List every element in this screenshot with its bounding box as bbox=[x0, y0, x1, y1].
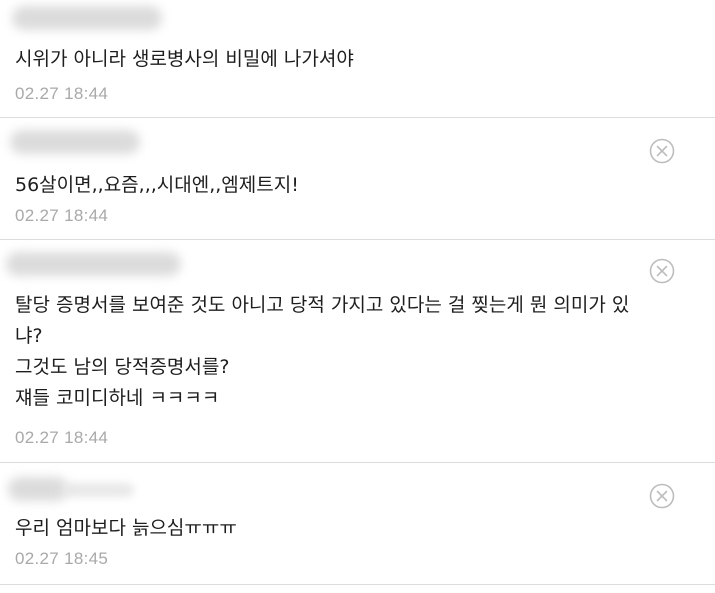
close-circle-icon bbox=[649, 138, 675, 164]
comment-line: 그것도 남의 당적증명서를? bbox=[15, 356, 230, 378]
comment-item: 우리 엄마보다 늙으심ㅠㅠㅠ 02.27 18:45 bbox=[0, 463, 715, 585]
comment-body: 56살이면,,요즘,,,시대엔,,엠제트지! bbox=[15, 170, 685, 201]
delete-button[interactable] bbox=[649, 258, 675, 284]
close-circle-icon bbox=[649, 258, 675, 284]
comment-body: 시위가 아니라 생로병사의 비밀에 나가셔야 bbox=[15, 44, 685, 75]
comment-timestamp: 02.27 18:44 bbox=[15, 428, 109, 447]
blurred-nickname bbox=[10, 130, 140, 154]
close-circle-icon bbox=[649, 483, 675, 509]
comment-body: 우리 엄마보다 늙으심ㅠㅠㅠ bbox=[15, 513, 685, 544]
comment-line: 탈당 증명서를 보여준 것도 아니고 당적 가지고 있다는 걸 찢는게 뭔 의미… bbox=[15, 294, 630, 316]
comment-line: 시위가 아니라 생로병사의 비밀에 나가셔야 bbox=[15, 48, 354, 70]
comment-item: 시위가 아니라 생로병사의 비밀에 나가셔야 02.27 18:44 bbox=[0, 0, 715, 118]
comment-timestamp: 02.27 18:45 bbox=[15, 549, 109, 568]
comment-body: 탈당 증명서를 보여준 것도 아니고 당적 가지고 있다는 걸 찢는게 뭔 의미… bbox=[15, 290, 685, 414]
comment-item: 56살이면,,요즘,,,시대엔,,엠제트지! 02.27 18:44 bbox=[0, 118, 715, 240]
delete-button[interactable] bbox=[649, 483, 675, 509]
delete-button[interactable] bbox=[649, 138, 675, 164]
blurred-nickname bbox=[8, 477, 68, 501]
comment-item: 탈당 증명서를 보여준 것도 아니고 당적 가지고 있다는 걸 찢는게 뭔 의미… bbox=[0, 240, 715, 463]
comment-timestamp: 02.27 18:44 bbox=[15, 206, 109, 225]
blurred-nickname bbox=[6, 252, 181, 276]
comment-timestamp: 02.27 18:44 bbox=[15, 84, 109, 103]
comment-line: 56살이면,,요즘,,,시대엔,,엠제트지! bbox=[15, 174, 299, 196]
comment-line: 쟤들 코미디하네 ㅋㅋㅋㅋ bbox=[15, 387, 220, 409]
comment-line: 우리 엄마보다 늙으심ㅠㅠㅠ bbox=[15, 517, 237, 539]
comment-line: 냐? bbox=[15, 325, 43, 347]
blurred-nickname bbox=[12, 6, 162, 30]
blurred-ip bbox=[62, 483, 134, 497]
